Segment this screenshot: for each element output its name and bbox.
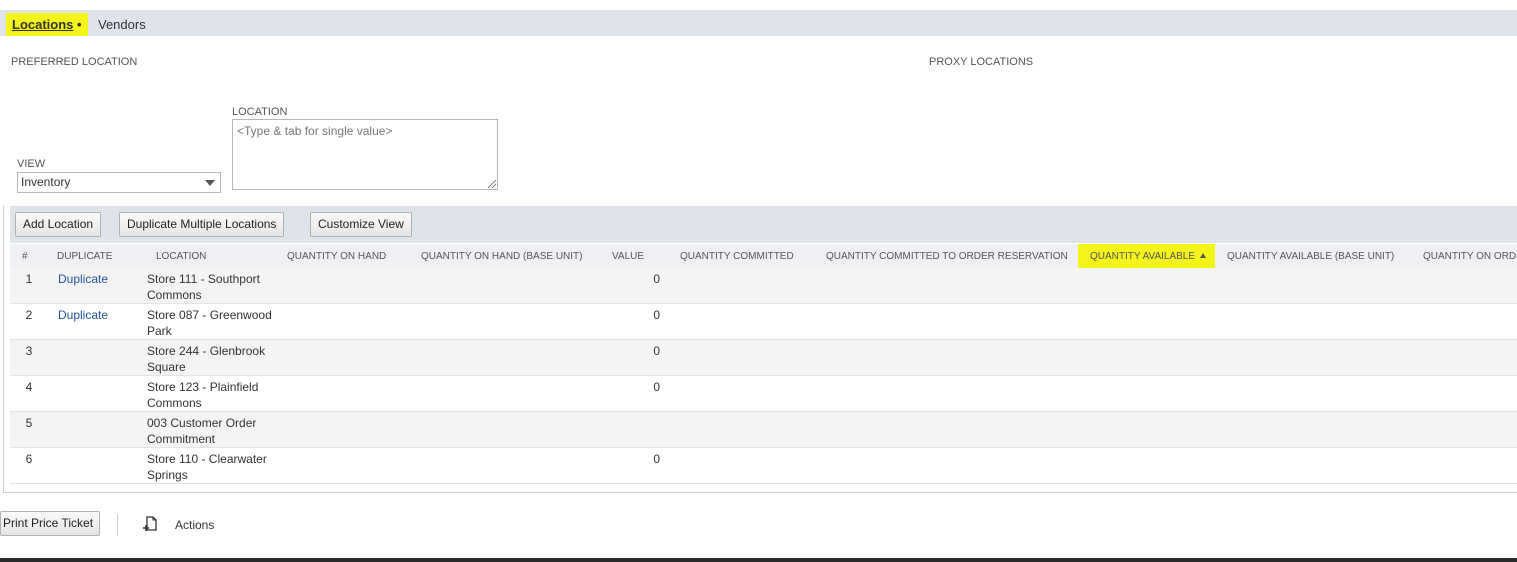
col-header-number[interactable]: # xyxy=(10,244,48,268)
col-header-qty-on-order[interactable]: QUANTITY ON ORDE xyxy=(1411,244,1517,268)
preferred-location-heading: PREFERRED LOCATION xyxy=(11,56,138,68)
tab-vendors-label: Vendors xyxy=(98,17,146,32)
location-filter-input[interactable]: <Type & tab for single value> xyxy=(232,119,498,190)
tab-locations[interactable]: Locations • xyxy=(6,13,88,36)
subtab-bar: Locations • Vendors xyxy=(0,10,1517,36)
grid-button-bar: Add Location Duplicate Multiple Location… xyxy=(10,206,1517,243)
locations-grid: # DUPLICATE LOCATION QUANTITY ON HAND QU… xyxy=(10,244,1517,484)
value-cell: 0 xyxy=(600,303,668,340)
col-header-qty-available-base[interactable]: QUANTITY AVAILABLE (BASE UNIT) xyxy=(1215,244,1411,268)
duplicate-link[interactable]: Duplicate xyxy=(58,308,108,322)
grid-header-row: # DUPLICATE LOCATION QUANTITY ON HAND QU… xyxy=(10,244,1517,268)
col-header-qty-committed-order-reservation[interactable]: QUANTITY COMMITTED TO ORDER RESERVATION xyxy=(814,244,1078,268)
duplicate-cell xyxy=(48,339,144,376)
table-row: 5 003 Customer Order Commitment xyxy=(10,411,1517,448)
value-cell: 0 xyxy=(600,447,668,484)
table-row: 3 Store 244 - Glenbrook Square 0 xyxy=(10,339,1517,376)
location-cell: Store 123 - Plainfield Commons xyxy=(144,375,275,412)
location-cell: Store 111 - Southport Commons xyxy=(144,268,275,304)
col-header-qty-available[interactable]: QUANTITY AVAILABLE xyxy=(1078,244,1215,268)
table-row: 6 Store 110 - Clearwater Springs 0 xyxy=(10,447,1517,484)
value-cell: 0 xyxy=(600,268,668,304)
row-number[interactable]: 3 xyxy=(10,339,48,376)
grid-frame-bottom xyxy=(3,492,1517,493)
duplicate-cell xyxy=(48,447,144,484)
row-number[interactable]: 2 xyxy=(10,303,48,340)
location-cell: Store 244 - Glenbrook Square xyxy=(144,339,275,376)
value-cell xyxy=(600,411,668,448)
location-cell: 003 Customer Order Commitment xyxy=(144,411,275,448)
toolbar-divider xyxy=(117,514,118,536)
dropdown-arrow-icon[interactable] xyxy=(205,180,215,186)
location-cell: Store 087 - Greenwood Park xyxy=(144,303,275,340)
row-number[interactable]: 5 xyxy=(10,411,48,448)
location-filter-placeholder: <Type & tab for single value> xyxy=(237,124,393,138)
row-number[interactable]: 1 xyxy=(10,268,48,304)
table-row: 4 Store 123 - Plainfield Commons 0 xyxy=(10,375,1517,412)
sort-asc-icon xyxy=(1200,252,1207,258)
row-number[interactable]: 6 xyxy=(10,447,48,484)
col-header-qty-available-label: QUANTITY AVAILABLE xyxy=(1090,250,1196,262)
proxy-locations-heading: PROXY LOCATIONS xyxy=(929,56,1034,68)
page-footer-bar xyxy=(0,558,1517,562)
value-cell: 0 xyxy=(600,339,668,376)
col-header-qty-committed[interactable]: QUANTITY COMMITTED xyxy=(668,244,814,268)
col-header-location[interactable]: LOCATION xyxy=(144,244,275,268)
tab-locations-label: Locations xyxy=(12,17,74,32)
duplicate-cell xyxy=(48,375,144,412)
location-filter-label: LOCATION xyxy=(232,106,288,118)
tab-vendors[interactable]: Vendors xyxy=(92,13,152,36)
add-location-button[interactable]: Add Location xyxy=(15,212,102,237)
grid-frame-left xyxy=(3,206,4,493)
location-cell: Store 110 - Clearwater Springs xyxy=(144,447,275,484)
resize-grip-icon[interactable] xyxy=(488,180,496,188)
duplicate-cell xyxy=(48,411,144,448)
row-number[interactable]: 4 xyxy=(10,375,48,412)
col-header-value[interactable]: VALUE xyxy=(600,244,668,268)
tab-active-marker: • xyxy=(77,17,82,32)
duplicate-link[interactable]: Duplicate xyxy=(58,272,108,286)
customize-view-button[interactable]: Customize View xyxy=(310,212,412,237)
table-row: 1 Duplicate Store 111 - Southport Common… xyxy=(10,268,1517,304)
view-filter-label: VIEW xyxy=(17,158,46,170)
view-select[interactable]: Inventory xyxy=(17,172,221,193)
actions-menu-label[interactable]: Actions xyxy=(175,518,214,532)
col-header-duplicate[interactable]: DUPLICATE xyxy=(48,244,144,268)
col-header-qty-on-hand[interactable]: QUANTITY ON HAND xyxy=(275,244,409,268)
col-header-qty-on-hand-base[interactable]: QUANTITY ON HAND (BASE UNIT) xyxy=(409,244,600,268)
table-row: 2 Duplicate Store 087 - Greenwood Park 0 xyxy=(10,303,1517,340)
actions-icon[interactable] xyxy=(141,515,159,533)
view-select-value: Inventory xyxy=(21,175,71,189)
duplicate-multiple-locations-button[interactable]: Duplicate Multiple Locations xyxy=(119,212,285,237)
value-cell: 0 xyxy=(600,375,668,412)
print-price-ticket-button[interactable]: Print Price Ticket xyxy=(0,511,101,536)
